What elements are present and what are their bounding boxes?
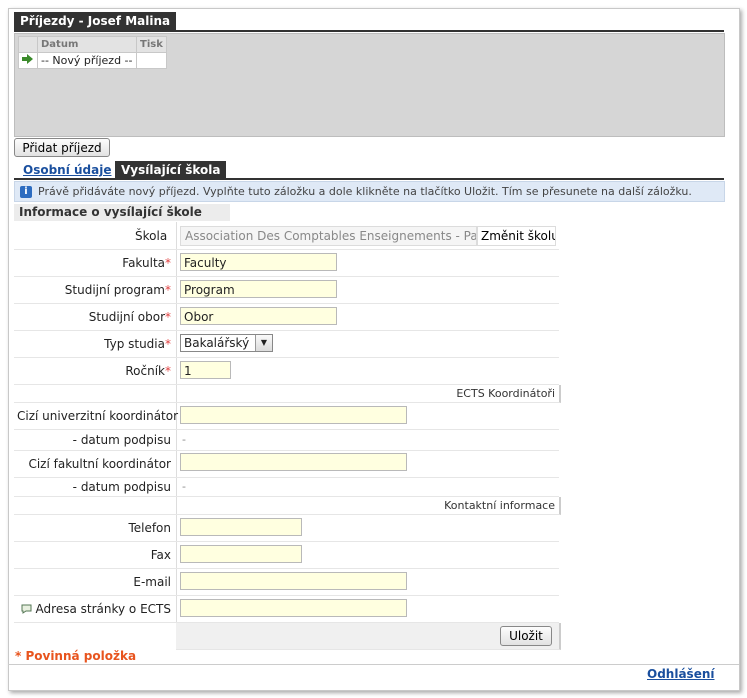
logout-link[interactable]: Odhlášení (647, 667, 714, 681)
grid-header-marker (18, 36, 38, 53)
info-text: Právě přidáváte nový příjezd. Vyplňte tu… (38, 185, 692, 198)
datum2-value: - (182, 480, 186, 493)
fakulta-label-text: Fakulta (122, 256, 165, 270)
contact-header-row: Kontaktní informace (14, 497, 561, 515)
rocnik-label: Ročník* (14, 364, 171, 378)
foreign-faculty-coordinator-input[interactable] (180, 453, 407, 471)
phone-input[interactable] (180, 518, 302, 536)
study-type-value: Bakalářský (184, 336, 250, 350)
program-label-text: Studijní program (64, 283, 165, 297)
fax-label: Fax (150, 548, 171, 562)
tab-underline (14, 178, 724, 180)
table-row[interactable]: -- Nový příjezd -- (18, 52, 167, 69)
ects-url-label-text: Adresa stránky o ECTS (35, 602, 171, 616)
grid-header-datum: Datum (37, 36, 137, 53)
ects-header-row: ECTS Koordinátoři (14, 385, 561, 403)
required-mark: * (165, 337, 171, 351)
required-mark: * (165, 310, 171, 324)
save-button[interactable]: Uložit (500, 626, 552, 646)
typ-label: Typ studia* (14, 337, 171, 351)
arrivals-grid: Datum Tisk -- Nový příjezd -- (18, 36, 167, 69)
typ-label-text: Typ studia (104, 337, 165, 351)
program-input[interactable]: Program (180, 280, 337, 298)
required-field-note: * Povinná položka (15, 649, 137, 663)
page-title: Příjezdy - Josef Malina (14, 12, 177, 31)
info-icon: i (20, 186, 32, 198)
form-row-typ: Typ studia* (14, 331, 559, 358)
datum1-label: - datum podpisu (72, 433, 171, 447)
ects-header: ECTS Koordinátoři (456, 387, 555, 400)
ects-url-input[interactable] (180, 599, 407, 617)
info-banner: i Právě přidáváte nový příjezd. Vyplňte t… (14, 181, 725, 202)
contact-header: Kontaktní informace (444, 499, 555, 512)
form-row-datum1: - datum podpisu (14, 430, 559, 451)
email-input[interactable] (180, 572, 407, 590)
year-input[interactable]: 1 (180, 361, 231, 379)
required-mark: * (165, 283, 171, 297)
cizi-univ-label: Cizí univerzitní koordinátor (17, 409, 179, 423)
comment-icon[interactable] (21, 604, 32, 614)
row-tisk[interactable] (136, 52, 167, 69)
ects-url-label: Adresa stránky o ECTS (14, 602, 171, 616)
form-row-datum2: - datum podpisu (14, 478, 559, 497)
add-arrival-button[interactable]: Přidat příjezd (14, 138, 110, 157)
section-title: Informace o vysílající škole (14, 204, 230, 221)
datum1-value: - (182, 433, 186, 446)
telefon-label: Telefon (128, 521, 171, 535)
skola-label-text: Škola (135, 229, 168, 243)
grid-header-tisk: Tisk (136, 36, 167, 53)
form-row-rocnik: Ročník* (14, 358, 559, 385)
chevron-down-icon: ▼ (255, 335, 272, 351)
rocnik-label-text: Ročník (125, 364, 165, 378)
tab-sending-school[interactable]: Vysílající škola (115, 161, 227, 179)
datum2-label: - datum podpisu (72, 480, 171, 494)
program-label: Studijní program* (14, 283, 171, 297)
cizi-fak-label: Cizí fakultní koordinátor (28, 457, 171, 471)
faculty-input[interactable]: Faculty (180, 253, 337, 271)
required-mark: * (165, 364, 171, 378)
field-of-study-input[interactable]: Obor (180, 307, 337, 325)
obor-label-text: Studijní obor (88, 310, 165, 324)
title-underline (14, 30, 724, 32)
fax-input[interactable] (180, 545, 302, 563)
footer-divider (8, 664, 739, 665)
skola-label: Škola (14, 229, 171, 243)
grid-header-row: Datum Tisk (18, 36, 167, 53)
fakulta-label: Fakulta* (14, 256, 171, 270)
row-datum[interactable]: -- Nový příjezd -- (37, 52, 137, 69)
school-name-field: Association Des Comptables Enseignements… (180, 226, 477, 246)
study-type-select[interactable]: Bakalářský ▼ (180, 334, 273, 352)
required-mark: * (165, 256, 171, 270)
tab-personal-data[interactable]: Osobní údaje (17, 161, 118, 179)
obor-label: Studijní obor* (14, 310, 171, 324)
email-label: E-mail (133, 575, 171, 589)
foreign-university-coordinator-input[interactable] (180, 406, 407, 424)
change-school-button[interactable]: Změnit školu (477, 226, 556, 246)
row-arrow-icon (18, 52, 38, 69)
